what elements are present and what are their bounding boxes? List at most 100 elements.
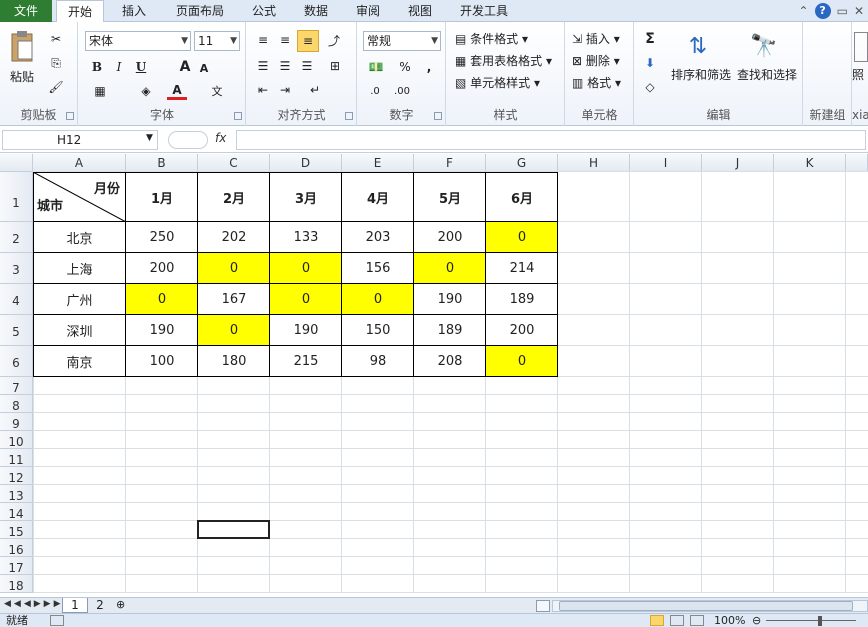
row-header[interactable]: 13 [0, 485, 33, 503]
chevron-down-icon[interactable]: ▼ [146, 133, 153, 143]
row-header[interactable]: 14 [0, 503, 33, 521]
value-cell[interactable]: 190 [126, 315, 198, 346]
zoom-slider[interactable] [766, 620, 856, 621]
column-header[interactable]: J [702, 154, 774, 172]
city-cell[interactable]: 北京 [33, 222, 126, 253]
value-cell[interactable]: 190 [414, 284, 486, 315]
value-cell[interactable]: 215 [270, 346, 342, 377]
value-cell[interactable]: 200 [414, 222, 486, 253]
value-cell[interactable]: 100 [126, 346, 198, 377]
clipboard-launcher-icon[interactable] [66, 112, 74, 120]
value-cell[interactable]: 202 [198, 222, 270, 253]
value-cell[interactable]: 156 [342, 253, 414, 284]
normal-view-icon[interactable] [650, 615, 664, 626]
borders-icon[interactable]: ▦ [89, 82, 111, 100]
value-cell[interactable]: 150 [342, 315, 414, 346]
value-cell[interactable]: 200 [126, 253, 198, 284]
italic-button[interactable]: I [111, 58, 127, 76]
autosum-button[interactable]: Σ [641, 30, 659, 48]
merge-center-icon[interactable]: ⊞ [323, 56, 347, 76]
sheet-tab-2[interactable]: 2 [88, 598, 112, 613]
tab-review[interactable]: 审阅 [346, 0, 390, 22]
column-header[interactable]: B [126, 154, 198, 172]
tab-page-layout[interactable]: 页面布局 [166, 0, 234, 22]
shrink-font-button[interactable]: A [197, 60, 211, 76]
font-color-icon[interactable]: A [167, 82, 187, 100]
month-header-cell[interactable]: 1月 [126, 172, 198, 222]
scrollbar-thumb[interactable] [559, 601, 853, 611]
value-cell[interactable]: 0 [126, 284, 198, 315]
value-cell[interactable]: 167 [198, 284, 270, 315]
decrease-decimal-button[interactable]: .00 [390, 82, 414, 100]
formula-input[interactable] [236, 130, 866, 150]
worksheet-grid[interactable]: A B C D E F G H I J K 1 2 3 4 5 6 7 8 9 10 11 12 13 1… [0, 154, 868, 597]
value-cell[interactable]: 189 [414, 315, 486, 346]
column-header[interactable]: C [198, 154, 270, 172]
format-as-table-button[interactable]: ▦ 套用表格格式 ▾ [455, 52, 552, 69]
value-cell[interactable]: 0 [270, 284, 342, 315]
column-header[interactable]: D [270, 154, 342, 172]
row-header[interactable]: 12 [0, 467, 33, 485]
value-cell[interactable]: 250 [126, 222, 198, 253]
row-header[interactable]: 7 [0, 377, 33, 395]
close-icon[interactable]: ✕ [854, 4, 864, 18]
city-cell[interactable]: 深圳 [33, 315, 126, 346]
binoculars-icon[interactable]: 🔭 [747, 28, 781, 64]
page-break-view-icon[interactable] [690, 615, 704, 626]
orientation-icon[interactable]: ⤴ [323, 30, 345, 50]
value-cell[interactable]: 0 [198, 315, 270, 346]
format-painter-icon[interactable]: 🖌 [46, 78, 66, 96]
tab-data[interactable]: 数据 [294, 0, 338, 22]
value-cell[interactable]: 190 [270, 315, 342, 346]
city-cell[interactable]: 上海 [33, 253, 126, 284]
value-cell[interactable]: 0 [342, 284, 414, 315]
value-cell[interactable]: 0 [198, 253, 270, 284]
column-header-overflow[interactable] [846, 154, 868, 172]
conditional-format-button[interactable]: ▤ 条件格式 ▾ [455, 30, 528, 47]
month-header-cell[interactable]: 3月 [270, 172, 342, 222]
cut-icon[interactable]: ✂ [46, 30, 66, 48]
font-size-select[interactable]: 11 ▼ [194, 31, 240, 51]
fill-color-icon[interactable]: ◈ [135, 82, 157, 100]
column-header[interactable]: G [486, 154, 558, 172]
month-header-cell[interactable]: 5月 [414, 172, 486, 222]
row-header[interactable]: 11 [0, 449, 33, 467]
row-header[interactable]: 15 [0, 521, 33, 539]
align-right-icon[interactable]: ☰ [297, 56, 317, 76]
column-header[interactable]: H [558, 154, 630, 172]
month-header-cell[interactable]: 4月 [342, 172, 414, 222]
row-header[interactable]: 4 [0, 284, 33, 315]
value-cell[interactable]: 133 [270, 222, 342, 253]
delete-cells-button[interactable]: ⊠ 删除 ▾ [572, 52, 620, 69]
row-header[interactable]: 18 [0, 575, 33, 593]
restore-icon[interactable]: ▭ [837, 4, 848, 18]
cell-styles-button[interactable]: ▧ 单元格样式 ▾ [455, 74, 540, 91]
row-header[interactable]: 10 [0, 431, 33, 449]
align-top-icon[interactable]: ≡ [253, 30, 273, 50]
tab-file[interactable]: 文件 [0, 0, 52, 22]
value-cell[interactable]: 214 [486, 253, 558, 284]
align-left-icon[interactable]: ☰ [253, 56, 273, 76]
name-box[interactable]: H12 [2, 130, 158, 150]
tab-view[interactable]: 视图 [398, 0, 442, 22]
select-all-corner[interactable] [0, 154, 33, 172]
column-header[interactable]: F [414, 154, 486, 172]
page-layout-view-icon[interactable] [670, 615, 684, 626]
horizontal-scrollbar[interactable] [552, 600, 868, 612]
row-header[interactable]: 16 [0, 539, 33, 557]
row-header[interactable]: 3 [0, 253, 33, 284]
value-cell[interactable]: 0 [486, 222, 558, 253]
value-cell[interactable]: 98 [342, 346, 414, 377]
row-header[interactable]: 8 [0, 395, 33, 413]
column-header[interactable]: K [774, 154, 846, 172]
tab-formulas[interactable]: 公式 [242, 0, 286, 22]
number-format-select[interactable]: 常规 ▼ [363, 31, 441, 51]
increase-decimal-button[interactable]: .0 [364, 82, 386, 100]
row-header[interactable]: 9 [0, 413, 33, 431]
sort-filter-icon[interactable]: ⇅ [681, 28, 715, 64]
hscroll-split-handle[interactable] [536, 600, 550, 612]
selected-cell-h12[interactable] [197, 520, 270, 539]
insert-cells-button[interactable]: ⇲ 插入 ▾ [572, 30, 620, 47]
macro-record-icon[interactable] [50, 615, 64, 626]
format-cells-button[interactable]: ▥ 格式 ▾ [572, 74, 621, 91]
